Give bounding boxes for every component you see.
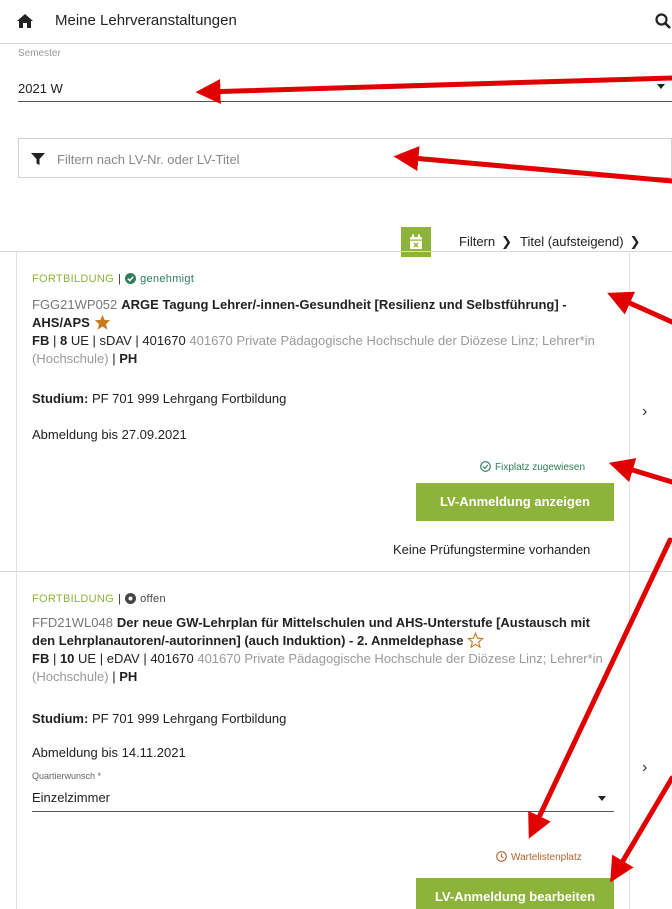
studium-row: Studium: PF 701 999 Lehrgang Fortbildung xyxy=(32,391,286,406)
semester-select[interactable]: 2021 W xyxy=(18,81,63,96)
check-circle-icon xyxy=(125,273,137,284)
ue-label: UE xyxy=(70,333,89,348)
course-category: FORTBILDUNG | genehmigt xyxy=(32,273,195,285)
course-institution: PH xyxy=(119,351,138,366)
course-category: FORTBILDUNG | offen xyxy=(32,593,166,605)
sort-button-label: Titel (aufsteigend) xyxy=(520,234,624,249)
course-description: FFD21WL048 Der neue GW-Lehrplan für Mitte… xyxy=(32,615,603,684)
course-type: FB xyxy=(32,333,50,348)
assignment-text: Fixplatz zugewiesen xyxy=(495,462,586,473)
course-type: FB xyxy=(32,651,50,666)
course-dav: sDAV xyxy=(99,333,132,348)
studium-value: PF 701 999 Lehrgang Fortbildung xyxy=(91,391,287,406)
course-code: FFD21WL048 xyxy=(32,615,113,630)
chevron-down-icon[interactable] xyxy=(598,796,606,801)
filter-input[interactable] xyxy=(57,148,617,170)
calendar-export-icon xyxy=(410,234,422,249)
annotation-arrow xyxy=(195,75,672,104)
exam-info: Keine Prüfungstermine vorhanden xyxy=(393,542,591,557)
status-badge: offen xyxy=(125,593,166,605)
app-header: Meine Lehrveranstaltungen xyxy=(0,0,672,44)
studium-row: Studium: PF 701 999 Lehrgang Fortbildung xyxy=(32,711,286,726)
course-org-code: 401670 xyxy=(150,651,194,666)
assignment-status: Fixplatz zugewiesen xyxy=(480,461,585,473)
ue-label: UE xyxy=(78,651,97,666)
course-code: FGG21WP052 xyxy=(32,297,118,312)
deregister-deadline: Abmeldung bis 14.11.2021 xyxy=(32,745,186,760)
course-ue: 8 xyxy=(59,333,68,348)
filter-icon xyxy=(31,153,45,165)
filter-button-label: Filtern xyxy=(459,234,496,249)
filter-box xyxy=(18,138,672,178)
home-icon[interactable] xyxy=(16,12,34,30)
course-title[interactable]: Der neue GW-Lehrplan für Mittelschulen u… xyxy=(32,615,590,648)
sort-button[interactable]: Titel (aufsteigend) ❯ xyxy=(520,234,640,250)
quarter-label: Quartierwunsch * xyxy=(32,771,102,781)
filter-button[interactable]: Filtern ❯ xyxy=(459,234,512,250)
quarter-select[interactable]: Einzelzimmer xyxy=(32,790,110,805)
check-circle-outline-icon xyxy=(480,461,491,472)
course-institution: PH xyxy=(119,669,138,684)
assignment-status: Wartelistenplatz xyxy=(496,851,582,863)
studium-label: Studium: xyxy=(32,391,89,406)
chevron-right-icon: ❯ xyxy=(629,234,641,249)
search-icon[interactable] xyxy=(654,12,672,30)
semester-underline xyxy=(18,101,672,102)
page-title: Meine Lehrveranstaltungen xyxy=(55,12,237,29)
status-badge: genehmigt xyxy=(125,273,194,285)
category-label: FORTBILDUNG xyxy=(32,273,114,285)
quarter-underline xyxy=(32,811,614,812)
expand-chevron-icon[interactable]: › xyxy=(642,759,647,777)
chevron-down-icon[interactable] xyxy=(657,84,665,89)
status-text: genehmigt xyxy=(140,273,195,285)
status-text: offen xyxy=(140,593,166,605)
course-ue: 10 xyxy=(59,651,75,666)
favorite-star-outline-icon[interactable] xyxy=(467,632,485,648)
favorite-star-icon[interactable] xyxy=(94,314,111,330)
course-org-code: 401670 xyxy=(142,333,186,348)
edit-registration-button[interactable]: LV-Anmeldung bearbeiten xyxy=(416,878,614,909)
expand-chevron-icon[interactable]: › xyxy=(642,403,647,421)
deregister-deadline: Abmeldung bis 27.09.2021 xyxy=(32,427,187,442)
show-registration-button[interactable]: LV-Anmeldung anzeigen xyxy=(416,483,614,521)
course-dav: eDAV xyxy=(106,651,140,666)
semester-label: Semester xyxy=(18,48,61,59)
chevron-right-icon: ❯ xyxy=(501,234,513,249)
studium-value: PF 701 999 Lehrgang Fortbildung xyxy=(91,711,287,726)
category-label: FORTBILDUNG xyxy=(32,593,114,605)
studium-label: Studium: xyxy=(32,711,89,726)
assignment-text: Wartelistenplatz xyxy=(511,852,582,863)
clock-icon xyxy=(496,851,507,862)
course-description: FGG21WP052 ARGE Tagung Lehrer/-innen-Gesu… xyxy=(32,297,595,366)
open-circle-icon xyxy=(125,593,137,604)
